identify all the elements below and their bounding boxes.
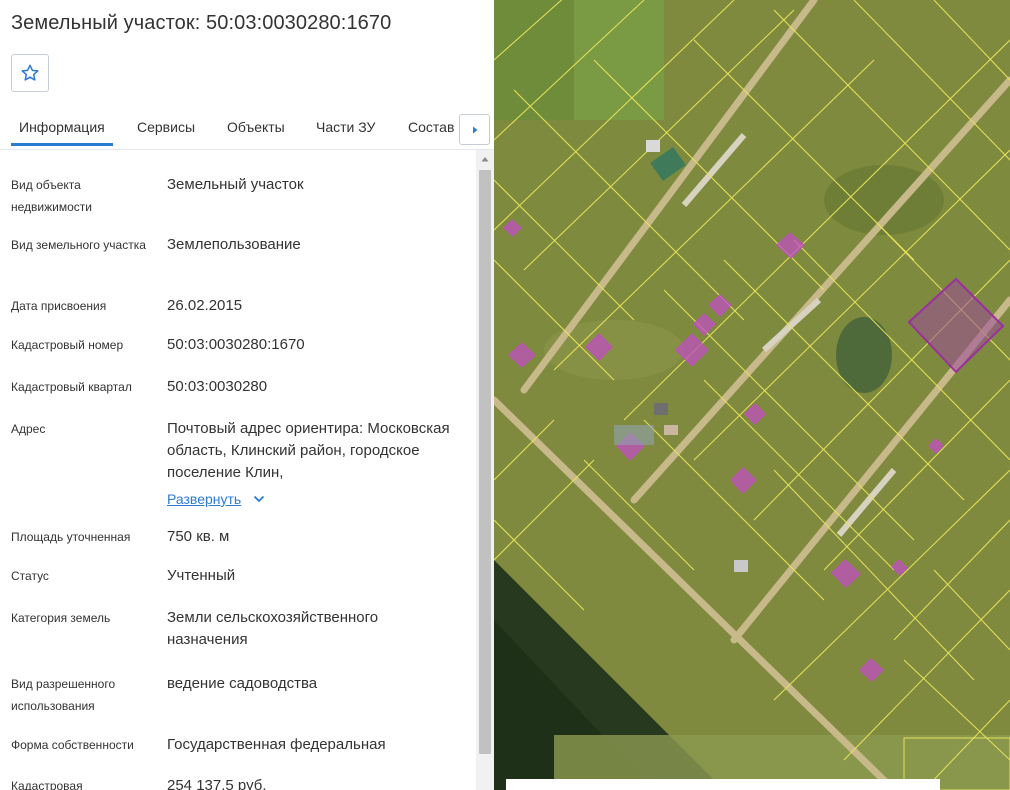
property-label: Кадастровая <box>11 779 83 790</box>
property-value[interactable]: 50:03:0030280 <box>167 376 457 398</box>
scroll-up-button[interactable] <box>476 150 494 168</box>
properties-scrollbar[interactable] <box>476 150 494 790</box>
property-label: Дата присвоения <box>11 299 107 313</box>
active-tab-indicator <box>11 143 113 146</box>
tab-services[interactable]: Сервисы <box>137 119 195 135</box>
shed <box>614 425 654 445</box>
property-label: Кадастровый номер <box>11 338 124 352</box>
caret-right-icon <box>472 126 477 133</box>
property-label: Вид объекта недвижимости <box>11 178 92 214</box>
property-label: Форма собственности <box>11 738 134 752</box>
shed <box>664 425 678 435</box>
shed <box>646 140 660 152</box>
tab-composition[interactable]: Состав <box>408 119 454 135</box>
properties-list: Вид объекта недвижимости Земельный участ… <box>0 150 476 790</box>
property-value: 750 кв. м <box>167 528 230 545</box>
satellite-map[interactable] <box>494 0 1010 790</box>
property-value: Земельный участок <box>167 176 304 193</box>
page-title: Земельный участок: 50:03:0030280:1670 <box>11 12 392 34</box>
property-value: Государственная федеральная <box>167 736 386 753</box>
map-bottom-card <box>506 779 940 790</box>
property-value: Учтенный <box>167 567 236 584</box>
property-label: Адрес <box>11 422 46 436</box>
tabs-next-button[interactable] <box>459 114 490 145</box>
shed <box>654 403 668 415</box>
star-icon <box>21 64 39 81</box>
property-label: Кадастровый квартал <box>11 380 132 394</box>
pond <box>836 317 892 393</box>
favorite-button[interactable] <box>11 54 49 92</box>
shed <box>734 560 748 572</box>
property-label: Вид разрешенного использования <box>11 677 116 713</box>
property-value: 26.02.2015 <box>167 297 243 314</box>
tab-objects[interactable]: Объекты <box>227 119 285 135</box>
tab-information[interactable]: Информация <box>19 119 105 135</box>
property-value: Земли сельскохозяйственного назначения <box>167 609 379 648</box>
expand-address-link[interactable]: Развернуть <box>167 488 265 510</box>
property-value: ведение садоводства <box>167 675 318 692</box>
address-text: Почтовый адрес ориентира: Московская обл… <box>167 420 450 481</box>
property-label: Статус <box>11 569 49 583</box>
expand-label: Развернуть <box>167 491 242 507</box>
property-label: Площадь уточненная <box>11 530 131 544</box>
map-view[interactable] <box>494 0 1010 790</box>
property-value: Землепользование <box>167 236 301 253</box>
tab-parcel-parts[interactable]: Части ЗУ <box>316 119 375 135</box>
property-value: 254 137,5 руб. <box>167 777 267 790</box>
property-value: Почтовый адрес ориентира: Московская обл… <box>167 418 452 511</box>
scrollbar-thumb[interactable] <box>479 170 491 754</box>
info-panel: Земельный участок: 50:03:0030280:1670 Ин… <box>0 0 494 790</box>
caret-up-icon <box>481 157 489 162</box>
property-label: Категория земель <box>11 611 111 625</box>
chevron-down-icon <box>254 495 265 503</box>
field-patch <box>574 0 664 120</box>
property-value[interactable]: 50:03:0030280:1670 <box>167 334 457 356</box>
property-label: Вид земельного участка <box>11 238 146 252</box>
